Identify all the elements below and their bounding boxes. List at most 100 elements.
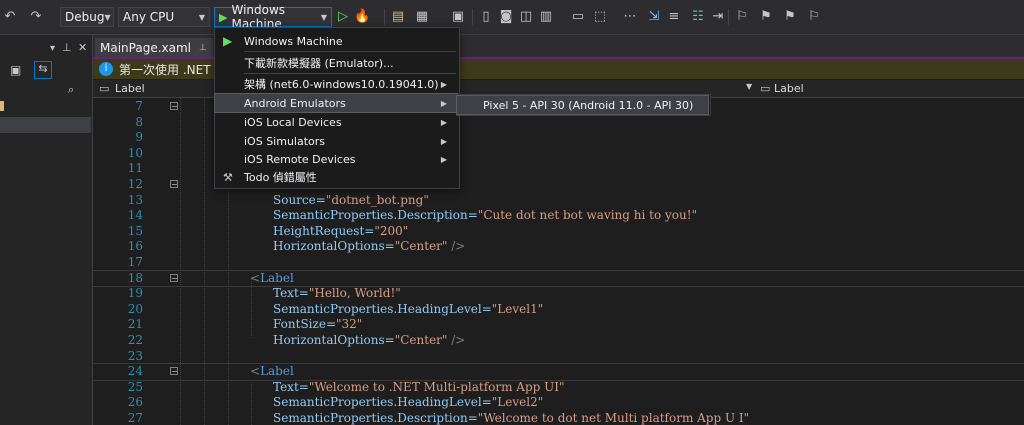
xml-attribute-name: HorizontalOptions: [273, 239, 385, 254]
start-without-debug-icon[interactable]: ▷: [335, 9, 351, 25]
line-number: 13: [127, 192, 143, 207]
solution-icon[interactable]: ▤: [390, 9, 406, 25]
android-emulators-submenu: Pixel 5 - API 30 (Android 11.0 - API 30): [456, 94, 711, 116]
line-number: 10: [127, 145, 143, 160]
code-line: 25 Text="Welcome to .NET Multi-platform A…: [93, 380, 1024, 396]
play-icon: ▶: [219, 10, 228, 24]
select-icon[interactable]: ⬚: [592, 9, 608, 25]
device-icon[interactable]: ▯: [478, 9, 494, 25]
layout-icon[interactable]: ▦: [414, 9, 430, 25]
configuration-label: Debug: [65, 10, 105, 24]
chevron-down-icon[interactable]: ▾: [50, 43, 55, 54]
line-number: 11: [127, 161, 143, 176]
menu-item-label: Android Emulators: [244, 96, 346, 110]
fold-toggle-icon[interactable]: −: [170, 180, 178, 189]
run-target-menu: ▶ Windows Machine 下載新款模擬器 (Emulator)... 架構 …: [214, 27, 460, 189]
platform-dropdown[interactable]: Any CPU ▼: [118, 7, 210, 27]
solution-explorer-panel: ▾ ⊥ ✕ ▣ ⇆ ⌕: [0, 35, 93, 425]
collapse-icon[interactable]: ▣: [10, 63, 21, 77]
menu-item-label: Windows Machine: [244, 34, 343, 48]
record-icon[interactable]: ◫: [518, 9, 534, 25]
code-line: 16 HorizontalOptions="Center" />: [93, 239, 1024, 255]
sync-icon[interactable]: ⇆: [34, 61, 52, 79]
xml-element-name: Label: [260, 270, 294, 285]
xml-attribute-value: "Welcome to .NET Multi-platform App UI": [308, 379, 565, 394]
indent-icon[interactable]: ⇥: [710, 9, 726, 25]
nav-right-label[interactable]: Label: [774, 82, 804, 95]
dotted-icon[interactable]: ⋯: [622, 9, 638, 25]
toggle-icon[interactable]: ▥: [538, 9, 554, 25]
close-icon[interactable]: ✕: [78, 41, 87, 54]
line-number: 7: [135, 99, 143, 113]
menu-item-6[interactable]: iOS Simulators ▶: [215, 132, 457, 150]
element-icon: ▭: [99, 82, 110, 95]
xml-attribute-value: "Cute dot net bot waving hi to you!": [477, 208, 698, 223]
list-icon[interactable]: ☷: [690, 9, 706, 25]
nav-left-label[interactable]: Label: [115, 82, 145, 95]
bookmark-next-icon[interactable]: ⚑: [782, 9, 798, 25]
menu-item-label: Todo 偵錯屬性: [244, 171, 317, 184]
monitor-icon[interactable]: ▭: [570, 9, 586, 25]
xml-tag-close: />: [447, 239, 466, 254]
run-target-button[interactable]: ▶ Windows Machine ▼: [214, 3, 332, 31]
menu-item-7[interactable]: iOS Remote Devices ▶: [215, 150, 457, 168]
bookmark-prev-icon[interactable]: ⚑: [758, 9, 774, 25]
line-number: 27: [127, 411, 143, 425]
code-line: 14 SemanticProperties.Description="Cute d…: [93, 208, 1024, 224]
line-number: 15: [127, 223, 143, 238]
xml-attribute-value: "Welcome to dot net Multi platform App U…: [477, 411, 750, 425]
hot-reload-icon[interactable]: 🔥: [354, 9, 370, 25]
wrench-icon: ⚒: [223, 170, 233, 184]
tree-item-selected[interactable]: [0, 117, 91, 133]
tab-label: MainPage.xaml: [100, 40, 191, 55]
bookmark-clear-icon[interactable]: ⚐: [806, 9, 822, 25]
menu-item-1[interactable]: ▶ Windows Machine: [215, 32, 457, 50]
menu-item-5[interactable]: iOS Local Devices ▶: [215, 113, 457, 131]
xml-attribute-value: "Level2": [491, 395, 544, 410]
menu-item-4[interactable]: Android Emulators ▶: [214, 93, 458, 113]
configuration-dropdown[interactable]: Debug ▼: [60, 7, 114, 27]
fold-toggle-icon[interactable]: −: [170, 102, 178, 111]
xml-attribute-value: "dotnet_bot.png": [325, 192, 429, 207]
xml-attribute-value: "Hello, World!": [308, 286, 401, 301]
main-toolbar: ↶ ↷ Debug ▼ Any CPU ▼ ▶ Windows Machine …: [0, 0, 1024, 35]
line-number: 23: [127, 348, 143, 363]
code-line: 15 HeightRequest="200": [93, 224, 1024, 240]
submenu-arrow-icon: ▶: [440, 98, 447, 108]
xml-attribute-name: Text: [273, 379, 299, 394]
code-line: 22 HorizontalOptions="Center" />: [93, 333, 1024, 349]
line-number: 20: [127, 301, 143, 316]
menu-item-8[interactable]: ⚒ Todo 偵錯屬性: [215, 168, 457, 186]
redo-icon[interactable]: ↷: [28, 9, 44, 25]
menu-item-pixel-5[interactable]: Pixel 5 - API 30 (Android 11.0 - API 30): [456, 95, 709, 115]
code-line: 19 Text="Hello, World!": [93, 286, 1024, 302]
bookmark-icon[interactable]: ⚐: [734, 9, 750, 25]
code-line: 17: [93, 255, 1024, 271]
line-number: 8: [135, 114, 143, 129]
pin-icon[interactable]: ⊥: [62, 41, 72, 54]
menu-item-3[interactable]: 架構 (net6.0-windows10.0.19041.0) ▶: [215, 75, 457, 93]
code-line: 24− <Label: [93, 363, 1024, 381]
menu-item-2[interactable]: 下載新款模擬器 (Emulator)...: [215, 54, 457, 72]
window-icon[interactable]: ▣: [450, 9, 466, 25]
line-number: 21: [127, 317, 143, 332]
pin-icon[interactable]: ⊥: [199, 43, 207, 53]
xml-attribute-name: FontSize: [273, 317, 326, 332]
code-line: 20 SemanticProperties.HeadingLevel="Level…: [93, 302, 1024, 318]
screenshot-icon[interactable]: ◙: [498, 9, 514, 25]
align-icon[interactable]: ≡: [666, 9, 682, 25]
chevron-down-icon[interactable]: ▼: [746, 82, 752, 91]
xml-attribute-value: "200": [374, 223, 409, 238]
xml-attribute-value: "Center": [394, 333, 448, 347]
play-icon: ▶: [223, 34, 233, 48]
search-icon[interactable]: ⌕: [68, 83, 74, 97]
pointer-icon[interactable]: ⇲: [646, 9, 662, 25]
fold-toggle-icon[interactable]: −: [170, 273, 178, 282]
fold-toggle-icon[interactable]: −: [170, 367, 178, 376]
tab-mainpage-xaml[interactable]: MainPage.xaml ⊥ ✕: [95, 38, 221, 57]
code-line: 27 SemanticProperties.Description="Welcom…: [93, 411, 1024, 425]
undo-icon[interactable]: ↶: [2, 9, 18, 25]
menu-item-label: iOS Remote Devices: [244, 152, 356, 166]
code-line: 18− <Label: [93, 269, 1024, 288]
line-number: 25: [127, 379, 143, 394]
